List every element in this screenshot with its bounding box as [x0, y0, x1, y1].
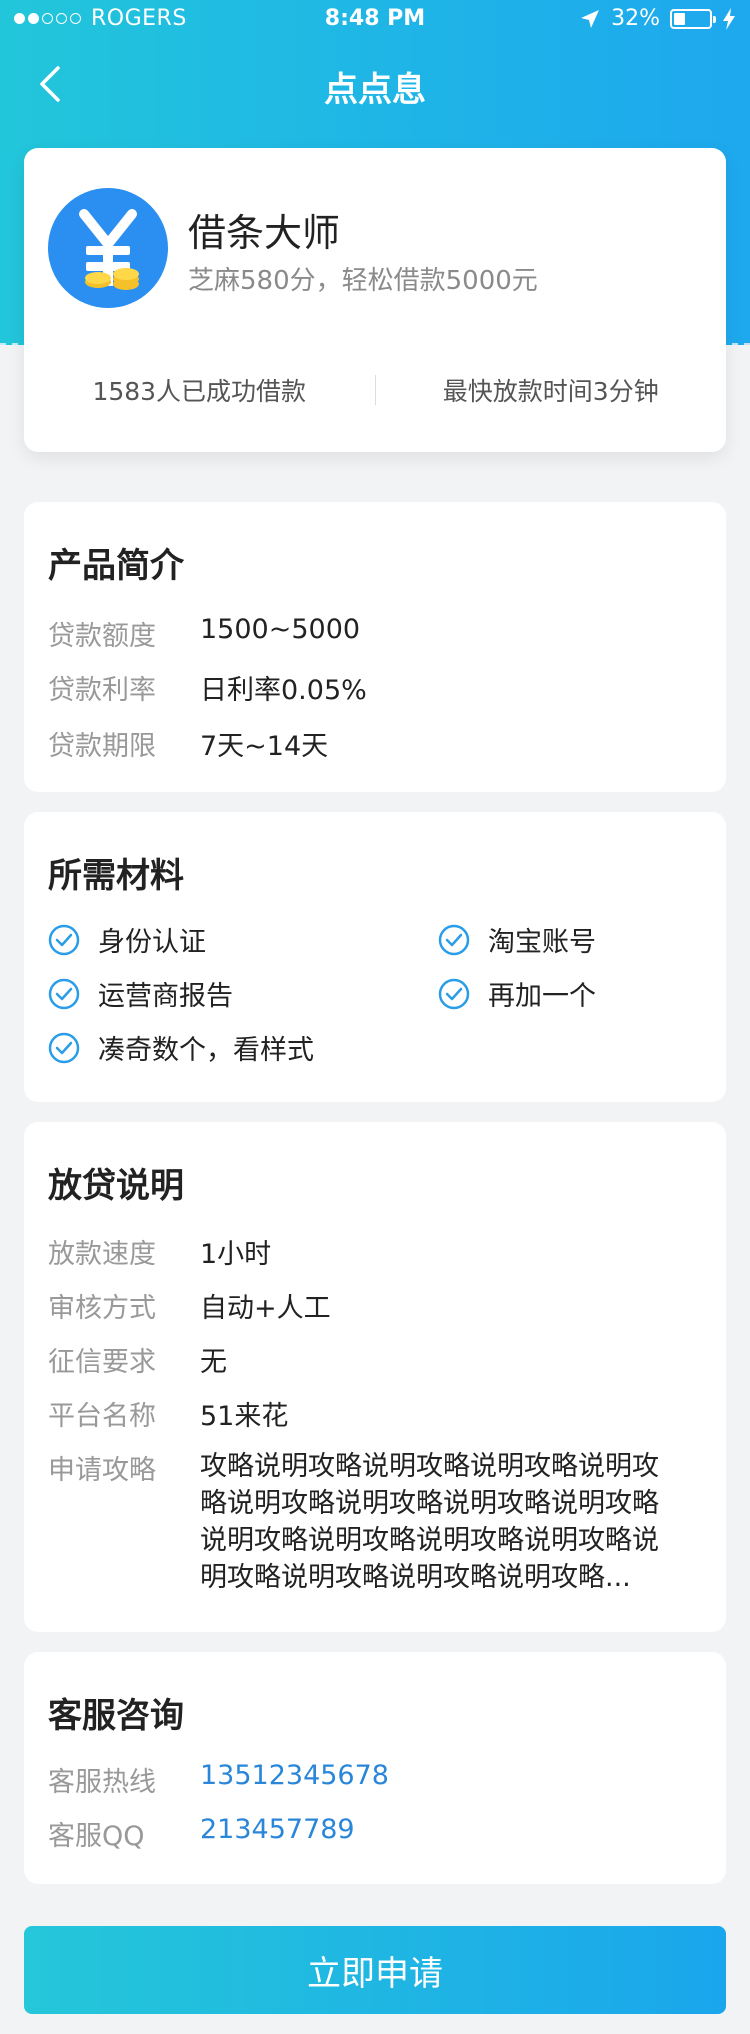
loan-row: 审核方式 自动+人工: [48, 1286, 331, 1325]
row-value: 1500~5000: [200, 614, 361, 645]
charging-bolt-icon: [723, 7, 735, 30]
material-label: 淘宝账号: [488, 927, 596, 958]
stat-success-count: 1583人已成功借款: [92, 377, 307, 406]
material-label: 再加一个: [488, 981, 596, 1012]
loan-row: 放款速度 1小时: [48, 1232, 271, 1271]
location-arrow-icon: [581, 9, 600, 28]
material-label: 运营商报告: [98, 981, 233, 1012]
row-value: 无: [200, 1347, 227, 1378]
material-item: 身份认证: [48, 920, 206, 959]
yen-coin-icon: [48, 188, 168, 308]
service-row: 客服热线 13512345678: [48, 1760, 389, 1799]
row-value: 日利率0.05%: [200, 675, 367, 706]
product-name: 借条大师: [188, 211, 341, 255]
loan-row: 申请攻略 攻略说明攻略说明攻略说明攻略说明攻略说明攻略说明攻略说明攻略说明攻略说…: [48, 1448, 680, 1596]
qq-link[interactable]: 213457789: [200, 1814, 355, 1853]
service-card: 客服咨询 客服热线 13512345678 客服QQ 213457789: [24, 1652, 726, 1884]
material-item: 淘宝账号: [438, 920, 596, 959]
service-row: 客服QQ 213457789: [48, 1814, 355, 1853]
material-item: 运营商报告: [48, 974, 233, 1013]
row-label: 贷款利率: [48, 675, 156, 706]
product-stats: 1583人已成功借款 最快放款时间3分钟: [24, 360, 726, 420]
loan-row: 平台名称 51来花: [48, 1394, 288, 1433]
section-title: 所需材料: [48, 856, 184, 896]
loan-row: 征信要求 无: [48, 1340, 227, 1379]
intro-row: 贷款期限 7天~14天: [48, 724, 328, 763]
material-label: 凑奇数个，看样式: [98, 1035, 314, 1066]
product-subtitle: 芝麻580分，轻松借款5000元: [188, 266, 538, 296]
row-value: 自动+人工: [200, 1293, 331, 1324]
row-label: 申请攻略: [48, 1455, 156, 1486]
intro-card: 产品简介 贷款额度 1500~5000 贷款利率 日利率0.05% 贷款期限 7…: [24, 502, 726, 792]
row-label: 客服QQ: [48, 1821, 145, 1852]
battery-icon: [670, 8, 716, 29]
material-item: 凑奇数个，看样式: [48, 1028, 314, 1067]
hotline-link[interactable]: 13512345678: [200, 1760, 389, 1799]
row-value: 51来花: [200, 1401, 289, 1432]
battery-percent: 32%: [611, 6, 660, 31]
battery-fill: [674, 12, 685, 25]
row-label: 平台名称: [48, 1401, 156, 1432]
section-title: 客服咨询: [48, 1696, 184, 1736]
navigation-bar: 点点息: [0, 40, 750, 130]
row-label: 贷款额度: [48, 621, 156, 652]
section-title: 产品简介: [48, 546, 184, 586]
row-label: 贷款期限: [48, 731, 156, 762]
row-label: 放款速度: [48, 1239, 156, 1270]
material-item: 再加一个: [438, 974, 596, 1013]
material-label: 身份认证: [98, 927, 206, 958]
check-circle-icon: [438, 978, 470, 1009]
status-right: 32%: [579, 6, 736, 31]
intro-row: 贷款额度 1500~5000: [48, 614, 360, 653]
row-label: 客服热线: [48, 1767, 156, 1798]
stat-fastest-time: 最快放款时间3分钟: [442, 377, 659, 406]
status-bar: ROGERS 8:48 PM 32%: [0, 0, 750, 40]
check-circle-icon: [48, 924, 80, 955]
check-circle-icon: [48, 1032, 80, 1063]
check-circle-icon: [48, 978, 80, 1009]
check-circle-icon: [438, 924, 470, 955]
row-value: 7天~14天: [200, 731, 329, 762]
strategy-text: 攻略说明攻略说明攻略说明攻略说明攻略说明攻略说明攻略说明攻略说明攻略说明攻略说明…: [200, 1451, 659, 1593]
row-label: 征信要求: [48, 1347, 156, 1378]
page-title: 点点息: [324, 70, 426, 110]
intro-row: 贷款利率 日利率0.05%: [48, 668, 367, 707]
product-card: 借条大师 芝麻580分，轻松借款5000元 1583人已成功借款 最快放款时间3…: [24, 148, 726, 452]
loan-card: 放贷说明 放款速度 1小时 审核方式 自动+人工 征信要求 无 平台名称 51来…: [24, 1122, 726, 1632]
row-value: 1小时: [200, 1239, 272, 1270]
row-label: 审核方式: [48, 1293, 156, 1324]
materials-card: 所需材料 身份认证 淘宝账号 运营商报告 再加一个 凑奇数个，看样式: [24, 812, 726, 1102]
section-title: 放贷说明: [48, 1166, 184, 1206]
apply-button[interactable]: 立即申请: [24, 1926, 726, 2014]
